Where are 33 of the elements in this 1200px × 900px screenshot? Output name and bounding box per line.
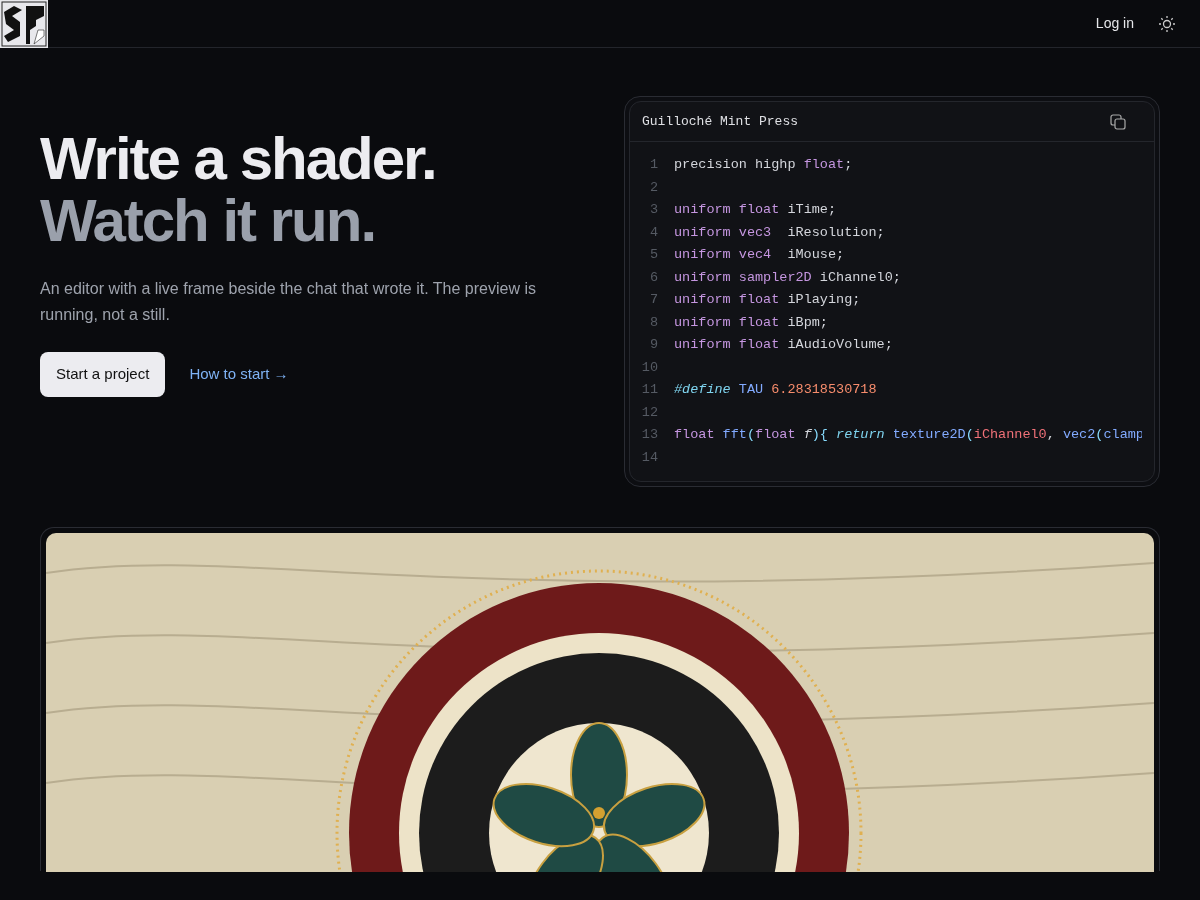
code-line: uniform vec4 iMouse; <box>674 246 845 264</box>
hero-description: An editor with a live frame beside the chat that wrote it. The preview is running, not a still. <box>40 279 537 325</box>
line-number: 5 <box>648 246 659 264</box>
code-line: uniform sampler2D iChannel0; <box>674 268 901 287</box>
line-number: 2 <box>648 178 659 197</box>
line-number: 10 <box>640 358 659 377</box>
line-number: 7 <box>648 291 659 309</box>
login-link[interactable]: Log in <box>1095 13 1134 34</box>
line-number: 6 <box>648 268 659 287</box>
line-number: 14 <box>640 448 659 467</box>
line-number: 11 <box>640 381 659 399</box>
line-number: 3 <box>648 201 659 219</box>
code-line: uniform float iBpm; <box>674 313 828 332</box>
code-line: uniform float iPlaying; <box>674 291 861 309</box>
how-to-start-link[interactable]: How to start → <box>189 363 289 386</box>
line-number: 9 <box>648 336 659 354</box>
code-title: Guilloché Mint Press <box>642 112 799 131</box>
line-number: 13 <box>640 426 659 444</box>
line-number: 12 <box>640 403 659 422</box>
line-number: 8 <box>648 313 659 332</box>
code-line: uniform float iTime; <box>674 201 837 219</box>
code-line: precision highp float; <box>674 156 853 174</box>
code-line: uniform float iAudioVolume; <box>674 336 893 354</box>
hero-title: Write a shader. <box>40 128 437 190</box>
copy-icon[interactable] <box>1110 113 1126 130</box>
code-line: uniform vec3 iResolution; <box>674 223 885 242</box>
start-project-button[interactable]: Start a project <box>40 352 166 397</box>
line-number: 1 <box>648 156 659 174</box>
sun-icon[interactable] <box>1158 14 1176 33</box>
logo-icon[interactable] <box>0 0 48 48</box>
hero-title: Watch it run. <box>40 190 377 252</box>
line-number: 4 <box>648 223 659 242</box>
code-line: #define TAU 6.28318530718 <box>674 381 877 399</box>
